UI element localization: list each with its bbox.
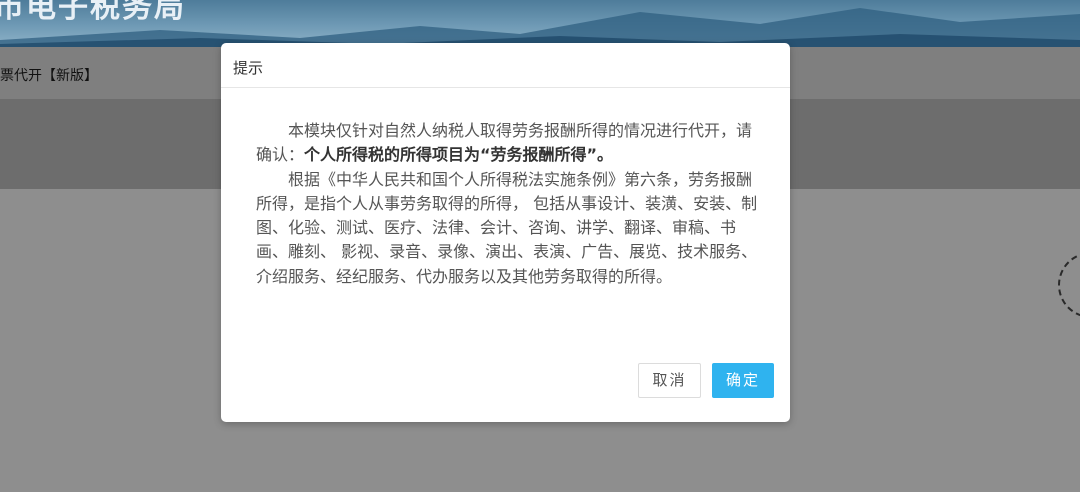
confirm-button[interactable]: 确定 (712, 363, 774, 398)
dialog-header: 提示 (221, 43, 790, 88)
notice-dialog: 提示 本模块仅针对自然人纳税人取得劳务报酬所得的情况进行代开，请确认：个人所得税… (221, 43, 790, 422)
cancel-button[interactable]: 取消 (638, 363, 701, 398)
dialog-paragraph-2: 根据《中华人民共和国个人所得税法实施条例》第六条，劳务报酬所得，是指个人从事劳务… (256, 169, 758, 286)
dialog-paragraph-1: 本模块仅针对自然人纳税人取得劳务报酬所得的情况进行代开，请确认：个人所得税的所得… (256, 119, 758, 168)
header-banner: 市电子税务局 (0, 0, 1080, 47)
site-title: 市电子税务局 (0, 0, 186, 25)
dialog-emphasis: 个人所得税的所得项目为“劳务报酬所得”。 (304, 145, 614, 165)
nav-item-invoice[interactable]: 票代开【新版】 (0, 65, 98, 85)
dialog-body: 本模块仅针对自然人纳税人取得劳务报酬所得的情况进行代开，请确认：个人所得税的所得… (256, 119, 758, 289)
dialog-title: 提示 (233, 59, 264, 77)
